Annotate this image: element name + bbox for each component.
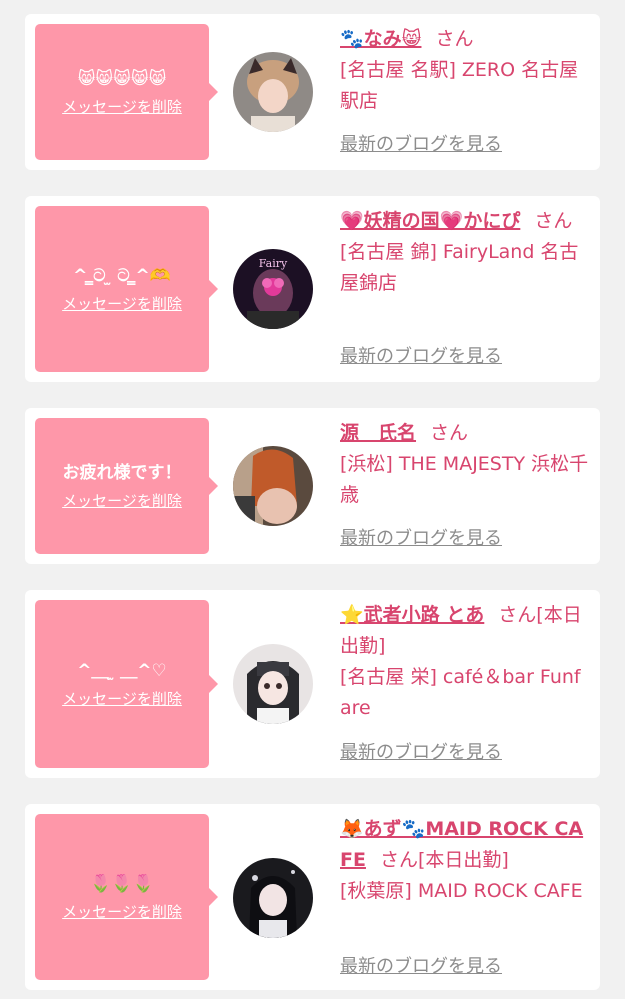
message-text: 😸😸😸😸😸	[77, 68, 167, 89]
avatar[interactable]	[233, 446, 313, 526]
avatar-photo-4	[233, 644, 313, 724]
avatar-photo-1	[233, 52, 313, 132]
honorific: さん	[435, 28, 474, 50]
attendance-badge: [本日出勤]	[417, 849, 509, 871]
latest-blog-link[interactable]: 最新のブログを見る	[340, 527, 502, 551]
latest-blog-link[interactable]: 最新のブログを見る	[340, 345, 502, 369]
honorific: さん	[430, 422, 469, 444]
latest-blog-link[interactable]: 最新のブログを見る	[340, 133, 502, 157]
message-bubble: ^ ̳ට ̫ ට ̳^🫶 メッセージを削除	[35, 206, 218, 372]
honorific: さん	[534, 210, 573, 232]
delete-message-link[interactable]: メッセージを削除	[62, 903, 182, 921]
avatar[interactable]	[233, 858, 313, 938]
member-name-link[interactable]: 💗妖精の国💗かにぴ	[340, 210, 520, 232]
avatar[interactable]	[233, 52, 313, 132]
delete-message-link[interactable]: メッセージを削除	[62, 98, 182, 116]
honorific: さん	[498, 604, 537, 626]
avatar-photo-2: Fairy	[233, 249, 313, 329]
member-name-link[interactable]: 🐾なみ😸	[340, 28, 421, 50]
message-text: ^＿ ̫ ＿^♡	[77, 660, 167, 681]
member-info: 🐾なみ😸 さん [名古屋 名駅] ZERO 名古屋駅店	[340, 24, 592, 117]
member-name-line: 💗妖精の国💗かにぴ さん	[340, 206, 592, 237]
shop-info: [名古屋 栄] café＆bar Funfare	[340, 666, 581, 719]
avatar[interactable]: Fairy	[233, 249, 313, 329]
honorific: さん	[379, 849, 418, 871]
member-name-link[interactable]: ⭐武者小路 とあ	[340, 604, 484, 626]
member-info: 源 氏名 さん [浜松] THE MAJESTY 浜松千歳	[340, 418, 592, 511]
message-bubble: ^＿ ̫ ＿^♡ メッセージを削除	[35, 600, 218, 768]
message-bubble: 😸😸😸😸😸 メッセージを削除	[35, 24, 218, 160]
delete-message-link[interactable]: メッセージを削除	[62, 492, 182, 510]
delete-message-link[interactable]: メッセージを削除	[62, 690, 182, 708]
message-bubble: お疲れ様です！ メッセージを削除	[35, 418, 218, 554]
avatar-photo-5	[233, 858, 313, 938]
member-name-link[interactable]: 源 氏名	[340, 422, 416, 444]
avatar[interactable]	[233, 644, 313, 724]
shop-info: [浜松] THE MAJESTY 浜松千歳	[340, 453, 589, 506]
member-name-line: 🐾なみ😸 さん	[340, 24, 592, 55]
latest-blog-link[interactable]: 最新のブログを見る	[340, 741, 502, 765]
message-text: ^ ̳ට ̫ ට ̳^🫶	[73, 265, 171, 286]
message-card: お疲れ様です！ メッセージを削除 源 氏名 さん [浜松] THE MAJESTY…	[25, 408, 600, 564]
member-info: 💗妖精の国💗かにぴ さん [名古屋 錦] FairyLand 名古屋錦店	[340, 206, 592, 299]
message-text: お疲れ様です！	[62, 462, 182, 483]
shop-info: [名古屋 名駅] ZERO 名古屋駅店	[340, 59, 579, 112]
member-name-line: 源 氏名 さん	[340, 418, 592, 449]
message-card: 😸😸😸😸😸 メッセージを削除 🐾なみ😸 さん [名古屋 名駅] ZERO 名古屋駅…	[25, 14, 600, 170]
member-name-line: ⭐武者小路 とあ さん[本日出勤]	[340, 600, 592, 662]
member-name-line: 🦊あず🐾MAID ROCK CAFE さん[本日出勤]	[340, 814, 592, 876]
message-bubble: 🌷🌷🌷 メッセージを削除	[35, 814, 218, 980]
member-info: 🦊あず🐾MAID ROCK CAFE さん[本日出勤] [秋葉原] MAID RO…	[340, 814, 592, 907]
message-card: ^ ̳ට ̫ ට ̳^🫶 メッセージを削除 Fairy 💗妖精の国💗かにぴ さん …	[25, 196, 600, 382]
message-card: ^＿ ̫ ＿^♡ メッセージを削除 ⭐武者小路 とあ さん[本日出勤] [名古屋 …	[25, 590, 600, 778]
svg-text:Fairy: Fairy	[259, 257, 288, 270]
shop-info: [名古屋 錦] FairyLand 名古屋錦店	[340, 241, 579, 294]
message-list: 😸😸😸😸😸 メッセージを削除 🐾なみ😸 さん [名古屋 名駅] ZERO 名古屋駅…	[0, 0, 625, 999]
member-info: ⭐武者小路 とあ さん[本日出勤] [名古屋 栄] café＆bar Funfar…	[340, 600, 592, 724]
shop-info: [秋葉原] MAID ROCK CAFE	[340, 880, 583, 902]
latest-blog-link[interactable]: 最新のブログを見る	[340, 955, 502, 979]
message-card: 🌷🌷🌷 メッセージを削除 🦊あず🐾MAID ROCK CAFE さん[本日出勤] …	[25, 804, 600, 990]
message-text: 🌷🌷🌷	[90, 873, 154, 894]
avatar-photo-3	[233, 446, 313, 526]
delete-message-link[interactable]: メッセージを削除	[62, 295, 182, 313]
